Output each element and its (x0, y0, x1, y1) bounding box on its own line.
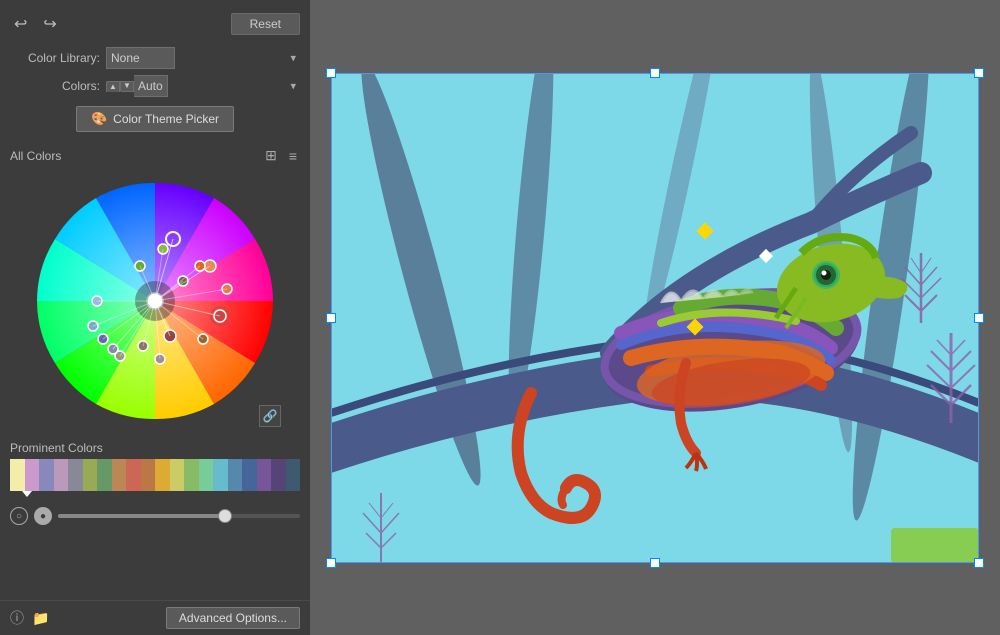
slider-section: ○ ● (0, 501, 310, 529)
handle-bottom-left[interactable] (326, 558, 336, 568)
picker-btn-label: Color Theme Picker (113, 112, 219, 126)
wheel-section: All Colors ⊞ ≡ (0, 140, 310, 435)
colors-label: Colors: (10, 79, 100, 93)
color-swatch[interactable] (271, 459, 286, 491)
swatch-indicator (22, 491, 32, 497)
folder-icon[interactable]: 📁 (32, 610, 49, 627)
handle-top-center[interactable] (650, 68, 660, 78)
color-swatch[interactable] (257, 459, 272, 491)
handle-bottom-center[interactable] (650, 558, 660, 568)
undo-button[interactable]: ↩ (10, 12, 31, 36)
wheel-grid-icon[interactable]: ⊞ (262, 146, 280, 165)
color-swatch[interactable] (184, 459, 199, 491)
picker-btn-row: 🎨 Color Theme Picker (0, 100, 310, 140)
color-swatch[interactable] (39, 459, 54, 491)
colors-spinner-down[interactable]: ▼ (120, 81, 134, 92)
reset-button[interactable]: Reset (231, 13, 300, 35)
handle-mid-left[interactable] (326, 313, 336, 323)
wheel-list-icon[interactable]: ≡ (286, 146, 300, 165)
color-swatch[interactable] (213, 459, 228, 491)
smoothness-slider[interactable] (58, 514, 300, 518)
colors-select-container: Auto 2 3 4 5 6 (134, 75, 300, 97)
picker-icon: 🎨 (91, 111, 107, 127)
colors-select[interactable]: Auto 2 3 4 5 6 (134, 75, 168, 97)
color-swatch[interactable] (155, 459, 170, 491)
prominent-title: Prominent Colors (10, 441, 300, 455)
prominent-colors-bar (10, 459, 300, 491)
redo-button[interactable]: ↪ (39, 12, 60, 36)
chameleon-artwork (331, 73, 979, 563)
advanced-options-button[interactable]: Advanced Options... (166, 607, 300, 629)
circle-icon-small[interactable]: ○ (10, 507, 28, 525)
color-swatch[interactable] (54, 459, 69, 491)
colors-select-wrapper: ▲ ▼ Auto 2 3 4 5 6 (106, 75, 300, 97)
bottom-bar: ⓘ 📁 Advanced Options... (0, 600, 310, 635)
color-library-select[interactable]: None Pantone CMYK (106, 47, 175, 69)
color-swatch[interactable] (25, 459, 40, 491)
color-swatch[interactable] (97, 459, 112, 491)
color-wheel (25, 171, 285, 431)
color-swatch[interactable] (242, 459, 257, 491)
color-swatch[interactable] (10, 459, 25, 491)
color-library-select-wrapper: None Pantone CMYK (106, 47, 300, 69)
color-swatch[interactable] (170, 459, 185, 491)
wheel-title: All Colors (10, 149, 61, 163)
toolbar-row: ↩ ↪ Reset (0, 8, 310, 44)
color-swatch[interactable] (286, 459, 301, 491)
wheel-icons: ⊞ ≡ (262, 146, 300, 165)
handle-top-left[interactable] (326, 68, 336, 78)
color-swatch[interactable] (141, 459, 156, 491)
colors-spinner-up[interactable]: ▲ (106, 81, 120, 92)
left-panel: ↩ ↪ Reset Color Library: None Pantone CM… (0, 0, 310, 635)
color-swatch[interactable] (199, 459, 214, 491)
handle-top-right[interactable] (974, 68, 984, 78)
color-library-label: Color Library: (10, 51, 100, 65)
color-swatch[interactable] (68, 459, 83, 491)
link-icon[interactable]: 🔗 (259, 405, 281, 427)
circle-icon-large[interactable]: ● (34, 507, 52, 525)
color-library-row: Color Library: None Pantone CMYK (0, 44, 310, 72)
prominent-section: Prominent Colors (0, 435, 310, 501)
info-icon[interactable]: ⓘ (10, 608, 24, 628)
handle-mid-right[interactable] (974, 313, 984, 323)
right-canvas-area (310, 0, 1000, 635)
handle-bottom-right[interactable] (974, 558, 984, 568)
colors-row: Colors: ▲ ▼ Auto 2 3 4 5 6 (0, 72, 310, 100)
color-swatch[interactable] (228, 459, 243, 491)
wheel-header: All Colors ⊞ ≡ (10, 146, 300, 165)
color-theme-picker-button[interactable]: 🎨 Color Theme Picker (76, 106, 234, 132)
color-swatch[interactable] (83, 459, 98, 491)
artwork-container[interactable] (331, 73, 979, 563)
color-wheel-container: 🔗 (25, 171, 285, 431)
color-swatch[interactable] (112, 459, 127, 491)
color-swatch[interactable] (126, 459, 141, 491)
